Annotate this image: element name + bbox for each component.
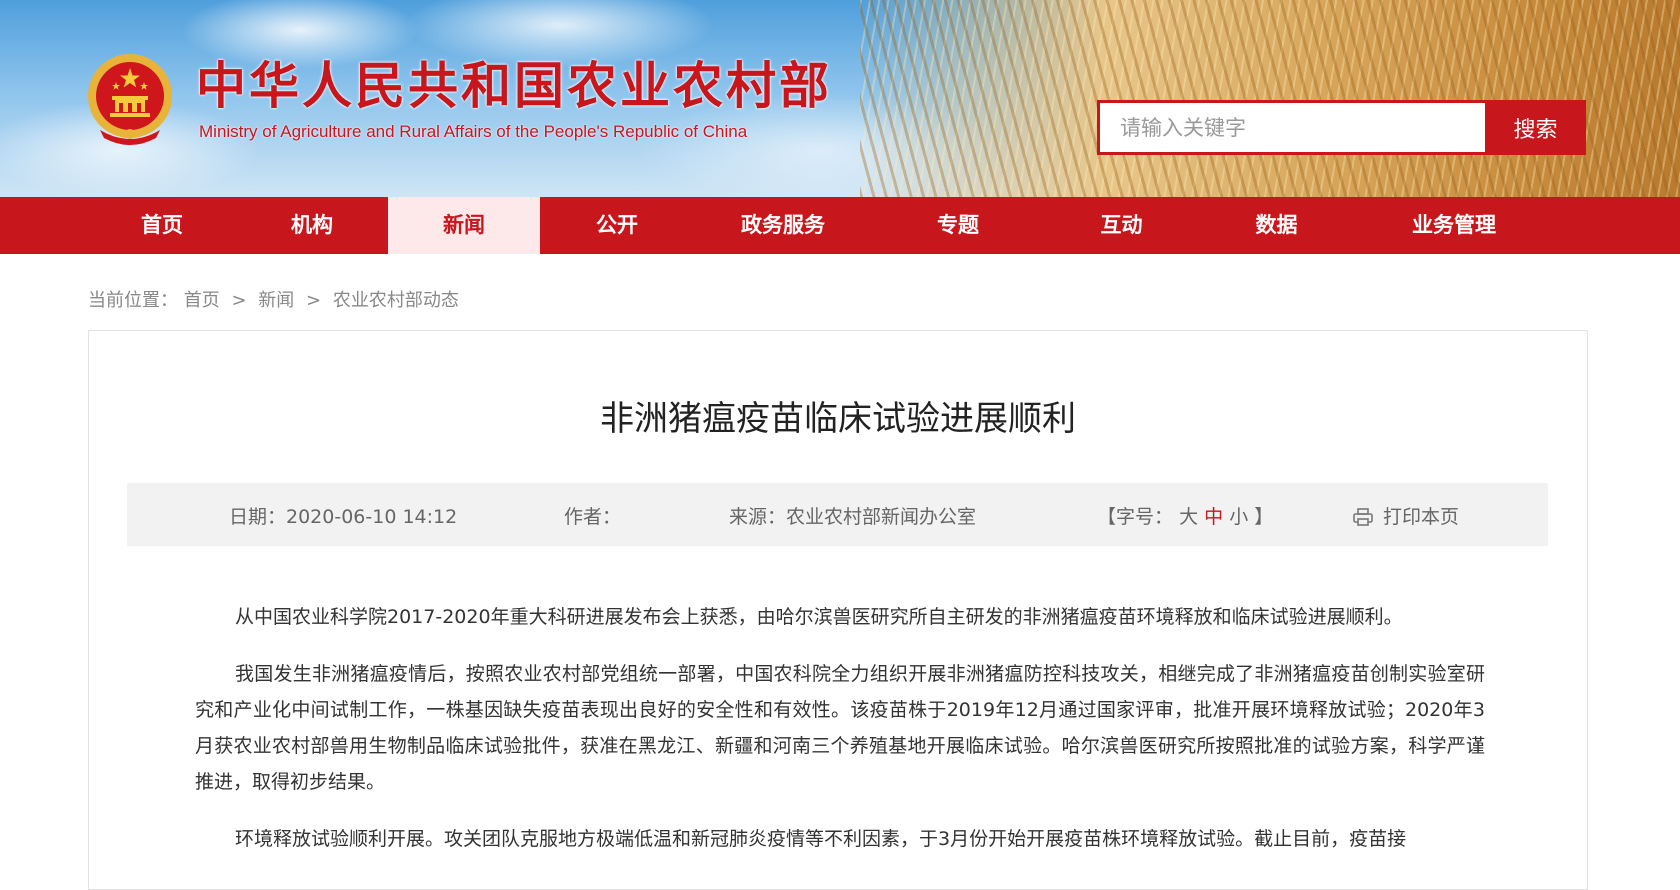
breadcrumb-news[interactable]: 新闻	[258, 290, 294, 311]
breadcrumb-separator: >	[306, 290, 322, 311]
article-source: 来源：农业农村部新闻办公室	[729, 506, 977, 528]
nav-item-home[interactable]: 首页	[88, 197, 236, 254]
article-title: 非洲猪瘟疫苗临床试验进展顺利	[600, 399, 1076, 439]
national-emblem-icon	[88, 54, 172, 145]
main-nav: 首页 机构 新闻 公开 政务服务 专题 互动 数据 业务管理	[0, 197, 1680, 254]
search-button[interactable]: 搜索	[1485, 100, 1586, 155]
breadcrumb: 当前位置： 首页 > 新闻 > 农业农村部动态	[88, 286, 459, 312]
article-container: 非洲猪瘟疫苗临床试验进展顺利 日期：2020-06-10 14:12 作者： 来…	[88, 330, 1588, 890]
nav-item-topics[interactable]: 专题	[872, 197, 1044, 254]
article-date: 日期：2020-06-10 14:12	[229, 506, 458, 528]
site-title-cn: 中华人民共和国农业农村部	[196, 56, 832, 115]
article-body: 从中国农业科学院2017-2020年重大科研进展发布会上获悉，由哈尔滨兽医研究所…	[195, 599, 1485, 878]
nav-item-business[interactable]: 业务管理	[1354, 197, 1554, 254]
nav-item-public[interactable]: 公开	[540, 197, 694, 254]
font-size-medium-link[interactable]: 中	[1204, 506, 1223, 528]
article-paragraph: 从中国农业科学院2017-2020年重大科研进展发布会上获悉，由哈尔滨兽医研究所…	[235, 606, 1403, 628]
breadcrumb-separator: >	[231, 290, 247, 311]
site-title-en: Ministry of Agriculture and Rural Affair…	[199, 122, 748, 141]
article-author: 作者：	[564, 506, 622, 528]
article-paragraph: 环境释放试验顺利开展。攻关团队克服地方极端低温和新冠肺炎疫情等不利因素，于3月份…	[235, 828, 1407, 850]
printer-icon	[1353, 508, 1373, 526]
print-label: 打印本页	[1383, 506, 1460, 528]
font-size-small-link[interactable]: 小	[1229, 506, 1248, 528]
site-header: 中华人民共和国农业农村部 Ministry of Agriculture and…	[0, 0, 1680, 197]
article-paragraph: 我国发生非洲猪瘟疫情后，按照农业农村部党组统一部署，中国农科院全力组织开展非洲猪…	[195, 663, 1485, 793]
nav-item-news[interactable]: 新闻	[388, 197, 540, 254]
search-input[interactable]	[1100, 103, 1485, 152]
article-info-bar: 日期：2020-06-10 14:12 作者： 来源：农业农村部新闻办公室 【字…	[127, 483, 1548, 546]
nav-item-organization[interactable]: 机构	[236, 197, 388, 254]
search-box: 搜索	[1097, 100, 1586, 155]
breadcrumb-home[interactable]: 首页	[184, 290, 220, 311]
print-button[interactable]: 打印本页	[1353, 502, 1459, 529]
wheat-field-banner	[860, 0, 1680, 197]
font-size-control: 【字号： 大 中 小 】	[1097, 502, 1273, 529]
breadcrumb-current[interactable]: 农业农村部动态	[333, 290, 459, 311]
nav-item-data[interactable]: 数据	[1199, 197, 1354, 254]
font-size-large-link[interactable]: 大	[1179, 506, 1198, 528]
font-size-close: 】	[1254, 506, 1274, 528]
breadcrumb-prefix: 当前位置：	[88, 290, 178, 311]
nav-item-gov-services[interactable]: 政务服务	[694, 197, 872, 254]
font-size-open: 【字号：	[1097, 506, 1174, 528]
nav-item-interaction[interactable]: 互动	[1044, 197, 1199, 254]
